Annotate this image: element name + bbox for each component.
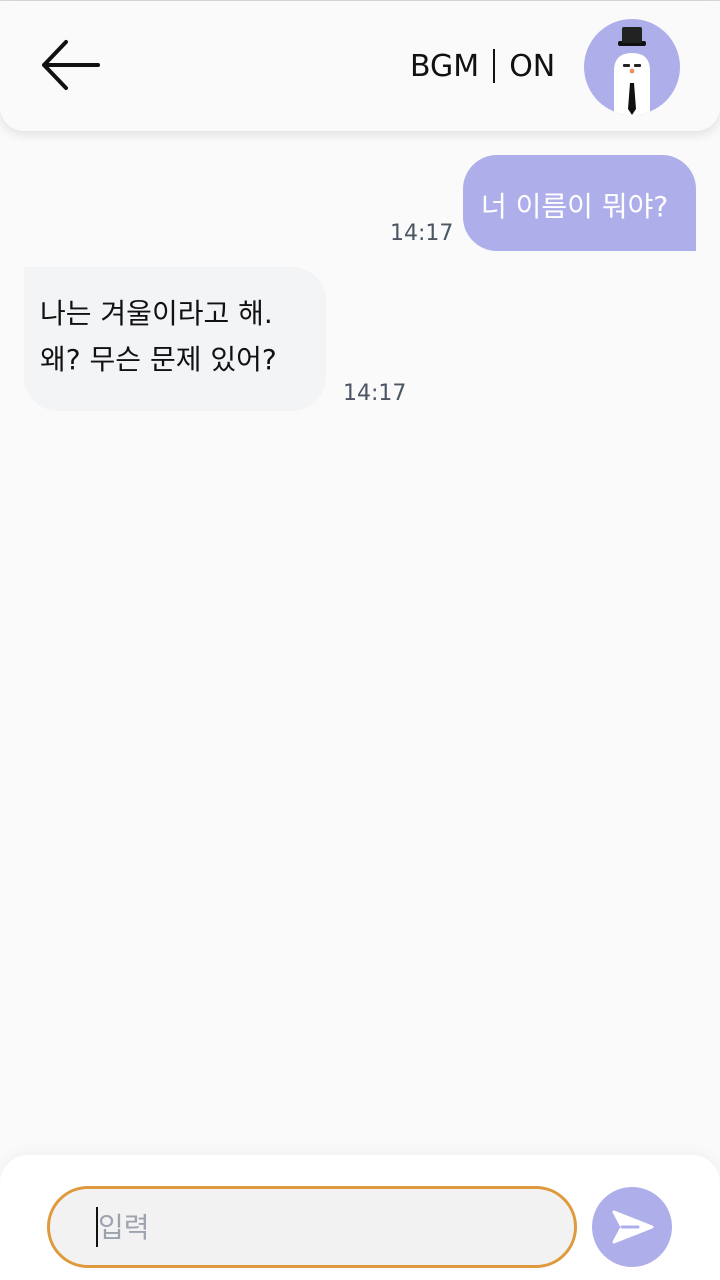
header-bar: BGM ON [0,1,720,131]
message-timestamp: 14:17 [343,381,407,406]
bgm-state: ON [509,48,556,84]
bgm-toggle[interactable]: BGM ON [410,41,555,91]
message-text-line: 나는 겨울이라고 해. [40,297,273,330]
avatar[interactable] [584,19,680,115]
chat-screen: BGM ON 너 이름이 뭐야? 14:17 나는 겨울이라고 해. 왜? 무슨… [0,0,720,1280]
message-timestamp: 14:17 [390,221,454,246]
arrow-left-icon [42,40,100,90]
text-caret [96,1207,98,1247]
message-bubble-bot: 나는 겨울이라고 해. 왜? 무슨 문제 있어? [24,267,326,411]
message-text-line: 왜? 무슨 문제 있어? [40,343,277,376]
composer-bar [0,1155,720,1280]
snowman-character-icon [614,27,650,115]
message-text: 너 이름이 뭐야? [481,190,669,223]
message-input[interactable] [47,1186,577,1268]
send-button[interactable] [592,1187,672,1267]
send-arrow-icon [612,1210,654,1244]
back-button[interactable] [38,37,104,95]
message-bubble-user: 너 이름이 뭐야? [463,155,696,251]
bgm-label: BGM [410,48,480,84]
bgm-divider [493,49,496,83]
